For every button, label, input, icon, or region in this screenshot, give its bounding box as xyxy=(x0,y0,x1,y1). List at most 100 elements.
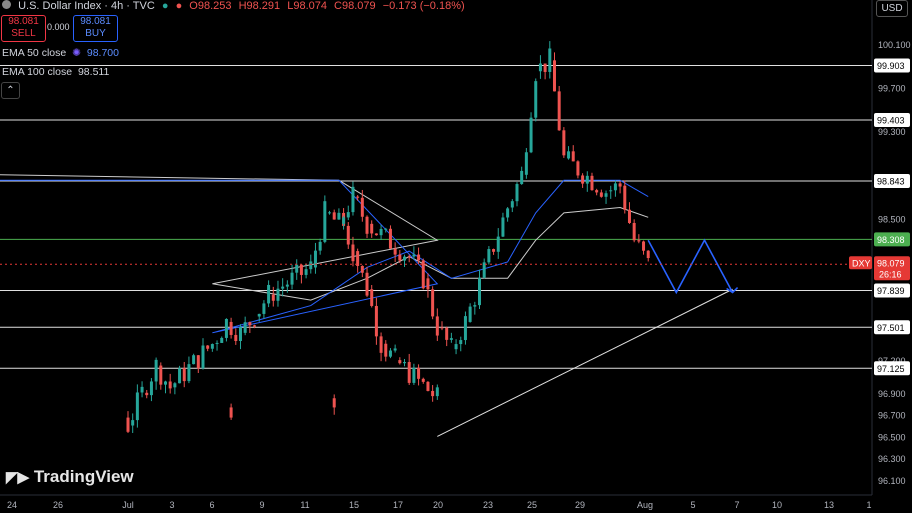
candle-body xyxy=(229,321,233,335)
price-tick-label: 96.100 xyxy=(878,476,906,486)
candle-body xyxy=(370,223,374,234)
candle-body xyxy=(642,241,646,251)
candle-body xyxy=(585,175,589,184)
candle-body xyxy=(318,241,322,251)
candle-body xyxy=(140,386,144,393)
symbol-icon[interactable] xyxy=(2,0,11,9)
loading-icon: ✺ xyxy=(72,47,81,59)
level-price-label: 97.125 xyxy=(877,364,905,374)
candle-body xyxy=(393,348,397,351)
indicator-ema50-name: EMA 50 close xyxy=(2,47,67,59)
candle-body xyxy=(492,249,496,252)
candle-body xyxy=(454,344,458,350)
indicator-ema50[interactable]: EMA 50 close ✺ 98.700 xyxy=(2,47,119,59)
symbol-title[interactable]: U.S. Dollar Index · 4h · TVC xyxy=(18,0,155,12)
time-tick-label: 23 xyxy=(483,500,493,510)
candle-body xyxy=(417,367,421,379)
price-chart[interactable]: 100.100 99.700 99.300 98.500 96.700 96.500 96.… xyxy=(0,0,912,513)
candle-body xyxy=(571,151,575,162)
candle-body xyxy=(149,381,153,396)
candle-body xyxy=(623,185,627,210)
candle-body xyxy=(356,196,360,198)
candle-body xyxy=(604,193,608,197)
indicator-ema100[interactable]: EMA 100 close 98.511 xyxy=(2,66,109,78)
candle-body xyxy=(412,367,416,383)
candle-body xyxy=(159,365,163,385)
candle-body xyxy=(131,420,135,426)
market-closed-icon: ● xyxy=(175,0,183,12)
sell-button[interactable]: 98.081 SELL xyxy=(1,15,46,42)
buy-label: BUY xyxy=(85,28,106,39)
candle-body xyxy=(220,337,224,343)
candle-body xyxy=(210,344,214,349)
candle-body xyxy=(515,184,519,202)
candle-body xyxy=(637,240,641,242)
candle-body xyxy=(576,161,580,176)
ohlc-high: H98.291 xyxy=(238,0,281,12)
candle-body xyxy=(285,284,289,287)
candle-body xyxy=(510,201,514,208)
current-price-label: 98.079 xyxy=(877,258,905,268)
level-price-label: 98.308 xyxy=(877,235,905,245)
projection-path xyxy=(647,238,734,295)
candle-body xyxy=(163,381,167,385)
tradingview-logo: ◤▶ TradingView xyxy=(6,467,134,487)
ohlc-open: O98.253 xyxy=(189,0,232,12)
candle-body xyxy=(281,286,285,289)
candle-body xyxy=(421,260,425,289)
time-tick-label: 11 xyxy=(300,500,309,510)
time-tick-label: Jul xyxy=(122,500,134,510)
candle-body xyxy=(567,151,571,159)
candle-body xyxy=(154,359,158,382)
time-tick-label: 13 xyxy=(824,500,834,510)
price-tick-label: 99.300 xyxy=(878,127,906,137)
candle-body xyxy=(403,362,407,364)
symbol-tag-label: DXY xyxy=(852,258,871,268)
candle-body xyxy=(178,368,182,384)
candle-body xyxy=(267,284,271,304)
buy-button[interactable]: 98.081 BUY xyxy=(73,15,118,42)
tradingview-logo-icon: ◤▶ xyxy=(6,469,30,486)
candle-body xyxy=(346,225,350,245)
candle-body xyxy=(276,288,280,301)
candle-body xyxy=(337,212,341,220)
time-tick-label: 15 xyxy=(349,500,359,510)
candle-body xyxy=(459,340,463,345)
price-tick-label: 96.900 xyxy=(878,389,906,399)
candle-body xyxy=(449,338,453,340)
time-tick-label: 25 xyxy=(527,500,537,510)
candle-body xyxy=(332,212,336,220)
candle-body xyxy=(524,152,528,175)
candle-body xyxy=(426,381,430,391)
level-price-label: 97.839 xyxy=(877,286,905,296)
candle-body xyxy=(257,313,261,317)
candle-body xyxy=(253,325,257,327)
candle-body xyxy=(346,212,350,218)
indicator-ema100-name: EMA 100 close xyxy=(2,66,73,78)
candle-body xyxy=(374,305,378,337)
candle-body xyxy=(388,350,392,357)
candle-body xyxy=(407,256,411,258)
candle-body xyxy=(468,306,472,322)
indicator-ema50-value: 98.700 xyxy=(86,47,119,59)
candle-body xyxy=(309,261,313,270)
candle-body xyxy=(562,130,566,156)
candle-body xyxy=(201,345,205,369)
time-tick-label: 9 xyxy=(259,500,264,510)
currency-selector[interactable]: USD xyxy=(876,0,908,17)
candle-body xyxy=(379,336,383,353)
time-tick-label: 29 xyxy=(575,500,585,510)
symbol-header: U.S. Dollar Index · 4h · TVC ● ● O98.253… xyxy=(0,0,469,14)
candle-body xyxy=(590,175,594,191)
candle-body xyxy=(234,334,238,342)
candle-body xyxy=(632,222,636,241)
candle-body xyxy=(398,360,402,364)
indicator-ema100-value: 98.511 xyxy=(77,66,110,78)
candle-body xyxy=(529,117,533,153)
candle-body xyxy=(332,398,336,408)
collapse-indicators-button[interactable]: ⌃ xyxy=(1,82,20,99)
candle-body xyxy=(398,254,402,261)
time-tick-label: Aug xyxy=(637,500,653,510)
candle-body xyxy=(271,294,275,301)
candle-body xyxy=(168,381,172,389)
